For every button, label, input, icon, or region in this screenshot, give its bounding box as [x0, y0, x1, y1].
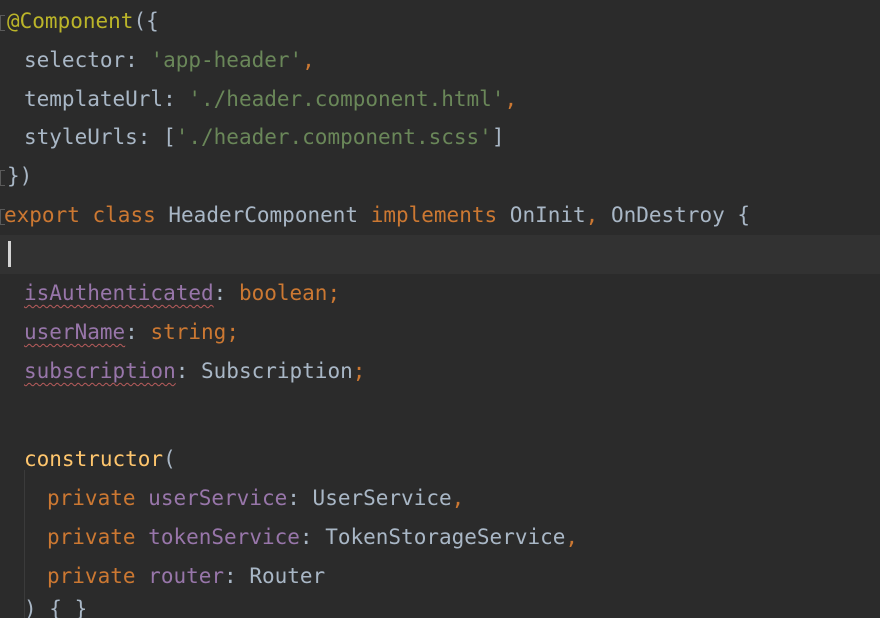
- code-line-13[interactable]: private userService: UserService,: [0, 479, 880, 518]
- decorator: @Component: [7, 9, 134, 33]
- fold-marker-icon[interactable]: [0, 15, 5, 31]
- code-line-6[interactable]: export class HeaderComponent implements …: [0, 196, 880, 235]
- code-line-1[interactable]: @Component({: [0, 2, 880, 41]
- code-line-14[interactable]: private tokenService: TokenStorageServic…: [0, 518, 880, 557]
- code-line-16[interactable]: ) { }: [0, 590, 880, 618]
- field-is-authenticated: isAuthenticated: [24, 281, 214, 305]
- code-line-4[interactable]: styleUrls: ['./header.component.scss']: [0, 118, 880, 157]
- field-subscription: subscription: [24, 359, 176, 383]
- fold-marker-icon[interactable]: [0, 170, 5, 186]
- code-line-3[interactable]: templateUrl: './header.component.html',: [0, 80, 880, 119]
- code-line-11[interactable]: [0, 391, 880, 430]
- code-line-8[interactable]: isAuthenticated: boolean;: [0, 274, 880, 313]
- code-line-12[interactable]: constructor(: [0, 440, 880, 479]
- text-caret: [8, 241, 11, 267]
- field-user-name: userName: [24, 320, 126, 344]
- code-line-10[interactable]: subscription: Subscription;: [0, 352, 880, 391]
- code-line-5[interactable]: }): [0, 157, 880, 196]
- code-editor[interactable]: @Component({ selector: 'app-header', tem…: [0, 0, 880, 618]
- code-line-9[interactable]: userName: string;: [0, 313, 880, 352]
- code-line-2[interactable]: selector: 'app-header',: [0, 41, 880, 80]
- constructor-keyword: constructor: [24, 447, 164, 471]
- code-line-7-current[interactable]: [0, 235, 880, 274]
